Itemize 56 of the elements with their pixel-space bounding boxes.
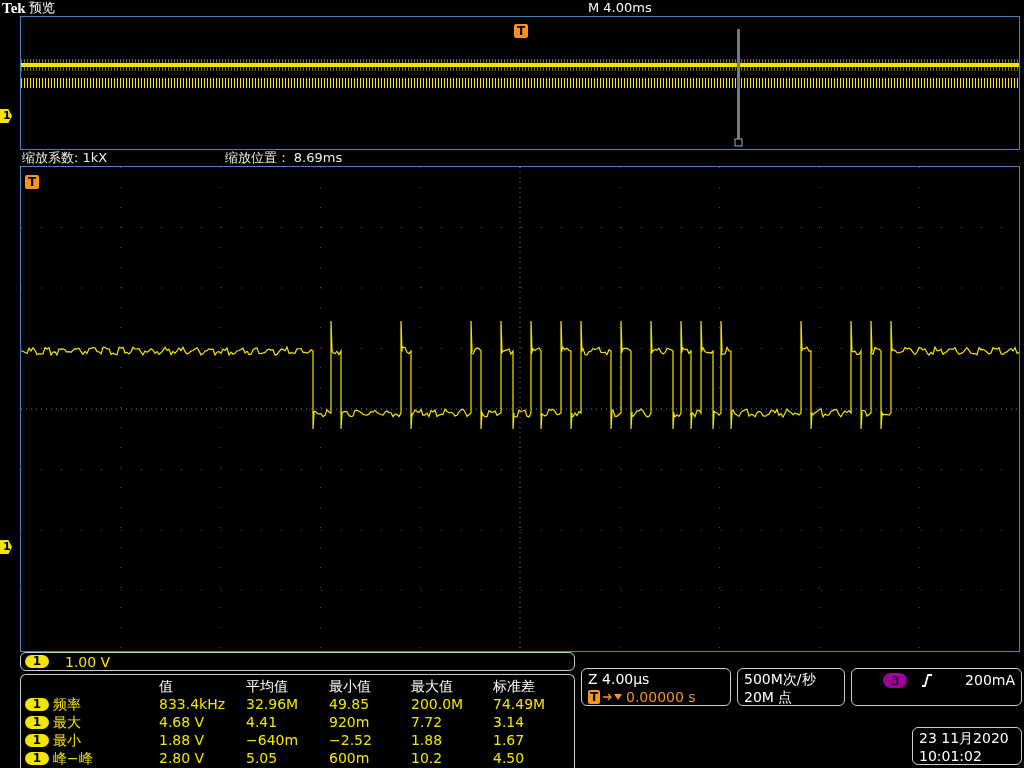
measurement-value: 7.72 <box>411 713 444 731</box>
measurement-value: 32.96M <box>246 695 300 713</box>
channel-marker: 1 <box>0 540 12 554</box>
measurement-value: 1.67 <box>493 731 526 749</box>
measurement-value: 1.88 <box>411 731 444 749</box>
arrow-icon <box>603 692 623 702</box>
channel-badge: 1 <box>25 715 49 729</box>
rising-edge-icon <box>921 673 934 687</box>
time-value: 10:01:02 <box>919 747 983 765</box>
trigger-source-badge: 3 <box>883 672 908 688</box>
sample-rate-value: 500M次/秒 <box>744 670 817 688</box>
zoom-scale-value: Z 4.00µs <box>588 670 651 688</box>
column-header: 标准差 <box>493 677 536 695</box>
column-header: 最大值 <box>411 677 454 695</box>
measurement-value: 2.80 V <box>159 749 206 767</box>
measurement-name: 峰−峰 <box>53 749 93 767</box>
measurement-name: 最小 <box>53 731 81 749</box>
measurement-value: 4.50 <box>493 749 526 767</box>
record-length-value: 20M 点 <box>744 688 794 706</box>
measurement-value: 74.49M <box>493 695 547 713</box>
measurement-value: 10.2 <box>411 749 444 767</box>
zoom-window-handle[interactable] <box>734 138 743 147</box>
channel-marker: 1 <box>0 109 12 123</box>
trigger-level-value: 200mA <box>965 671 1015 689</box>
trigger-marker: T <box>514 24 528 38</box>
brand-logo: Tek <box>2 0 26 16</box>
measurement-name: 频率 <box>53 695 81 713</box>
measurement-value: 200.0M <box>411 695 465 713</box>
channel-badge: 1 <box>25 697 49 711</box>
measurement-value: −2.52 <box>329 731 373 749</box>
timebase-label: M 4.00ms <box>588 0 653 16</box>
trigger-offset-value: 0.00000 s <box>626 688 696 706</box>
trigger-badge: T <box>588 690 600 704</box>
measurement-value: 1.88 V <box>159 731 206 749</box>
measurement-value: −640m <box>246 731 300 749</box>
zoom-position-label: 缩放位置 : 8.69ms <box>225 150 344 166</box>
channel-scale-value: 1.00 V <box>65 653 111 670</box>
measurement-value: 4.68 V <box>159 713 206 731</box>
trigger-marker: T <box>25 175 39 189</box>
channel-badge: 1 <box>25 751 49 765</box>
measurement-value: 3.14 <box>493 713 526 731</box>
measurement-value: 49.85 <box>329 695 371 713</box>
zoom-factor-label: 缩放系数: 1kX <box>22 150 109 166</box>
measurement-value: 600m <box>329 749 371 767</box>
channel-badge: 1 <box>25 733 49 747</box>
measurement-value: 5.05 <box>246 749 279 767</box>
date-value: 23 11月2020 <box>919 729 1010 747</box>
measurement-value: 920m <box>329 713 371 731</box>
measurement-name: 最大 <box>53 713 81 731</box>
channel-badge: 1 <box>25 655 49 668</box>
measurement-value: 833.4kHz <box>159 695 227 713</box>
column-header: 最小值 <box>329 677 372 695</box>
measurement-value: 4.41 <box>246 713 279 731</box>
column-header: 平均值 <box>246 677 289 695</box>
column-header: 值 <box>159 677 174 695</box>
mode-label: 预览 <box>28 0 55 16</box>
